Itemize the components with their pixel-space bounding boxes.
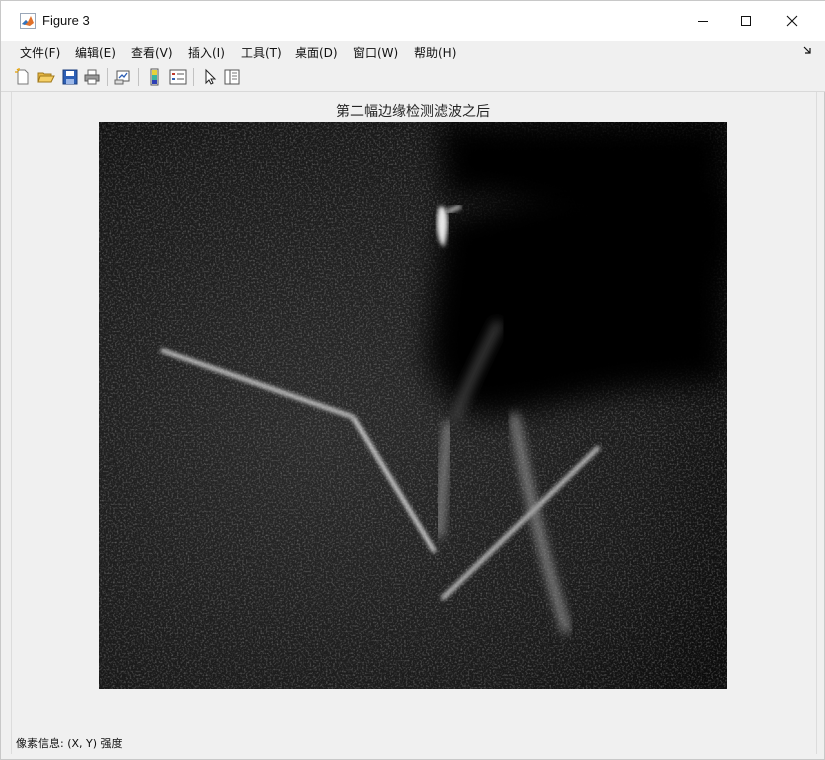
menu-desktop[interactable]: 桌面(D) — [295, 44, 338, 61]
close-button[interactable] — [769, 1, 815, 41]
matlab-logo-icon — [20, 13, 36, 29]
image-axes[interactable] — [99, 122, 727, 689]
minimize-icon — [698, 21, 708, 22]
menu-tools[interactable]: 工具(T) — [241, 44, 282, 61]
menu-edit[interactable]: 编辑(E) — [75, 44, 116, 61]
figure-toolbar — [1, 63, 825, 92]
link-plot-button[interactable] — [113, 67, 133, 87]
link-plot-icon — [114, 70, 130, 85]
edit-plot-pointer-icon — [205, 68, 217, 85]
save-icon — [62, 69, 78, 85]
close-icon — [786, 15, 798, 27]
property-inspector-button[interactable] — [222, 67, 242, 87]
property-inspector-icon — [224, 69, 240, 85]
pixel-info-status: 像素信息: (X, Y) 强度 — [16, 737, 123, 750]
menu-bar: 文件(F) 编辑(E) 查看(V) 插入(I) 工具(T) 桌面(D) 窗口(W… — [1, 41, 825, 63]
open-file-button[interactable] — [36, 67, 56, 87]
save-button[interactable] — [60, 67, 80, 87]
window-title: Figure 3 — [42, 13, 90, 28]
new-figure-button[interactable] — [13, 67, 33, 87]
insert-colorbar-button[interactable] — [145, 67, 165, 87]
insert-colorbar-icon — [150, 68, 159, 86]
axes-title: 第二幅边缘检测滤波之后 — [336, 104, 490, 120]
minimize-button[interactable] — [680, 1, 726, 41]
insert-legend-button[interactable] — [168, 67, 188, 87]
menu-help[interactable]: 帮助(H) — [414, 44, 456, 61]
edge-filtered-image — [99, 122, 727, 689]
toolbar-separator — [107, 68, 108, 86]
print-icon — [84, 69, 100, 85]
open-file-icon — [37, 72, 55, 83]
menu-window[interactable]: 窗口(W) — [353, 44, 398, 61]
print-button[interactable] — [82, 67, 102, 87]
maximize-button[interactable] — [723, 1, 769, 41]
maximize-icon — [741, 16, 751, 26]
menu-view[interactable]: 查看(V) — [131, 44, 173, 61]
toolbar-separator — [193, 68, 194, 86]
menu-file[interactable]: 文件(F) — [20, 44, 60, 61]
new-figure-icon — [15, 68, 29, 85]
figure-window: Figure 3 文件(F) 编辑(E) 查看(V) 插入(I) 工具(T) 桌… — [0, 0, 825, 760]
insert-legend-icon — [169, 69, 187, 85]
menu-insert[interactable]: 插入(I) — [188, 44, 225, 61]
dock-arrow-icon[interactable] — [803, 45, 812, 58]
edit-plot-button[interactable] — [200, 67, 220, 87]
toolbar-separator — [138, 68, 139, 86]
title-bar[interactable]: Figure 3 — [1, 1, 825, 41]
